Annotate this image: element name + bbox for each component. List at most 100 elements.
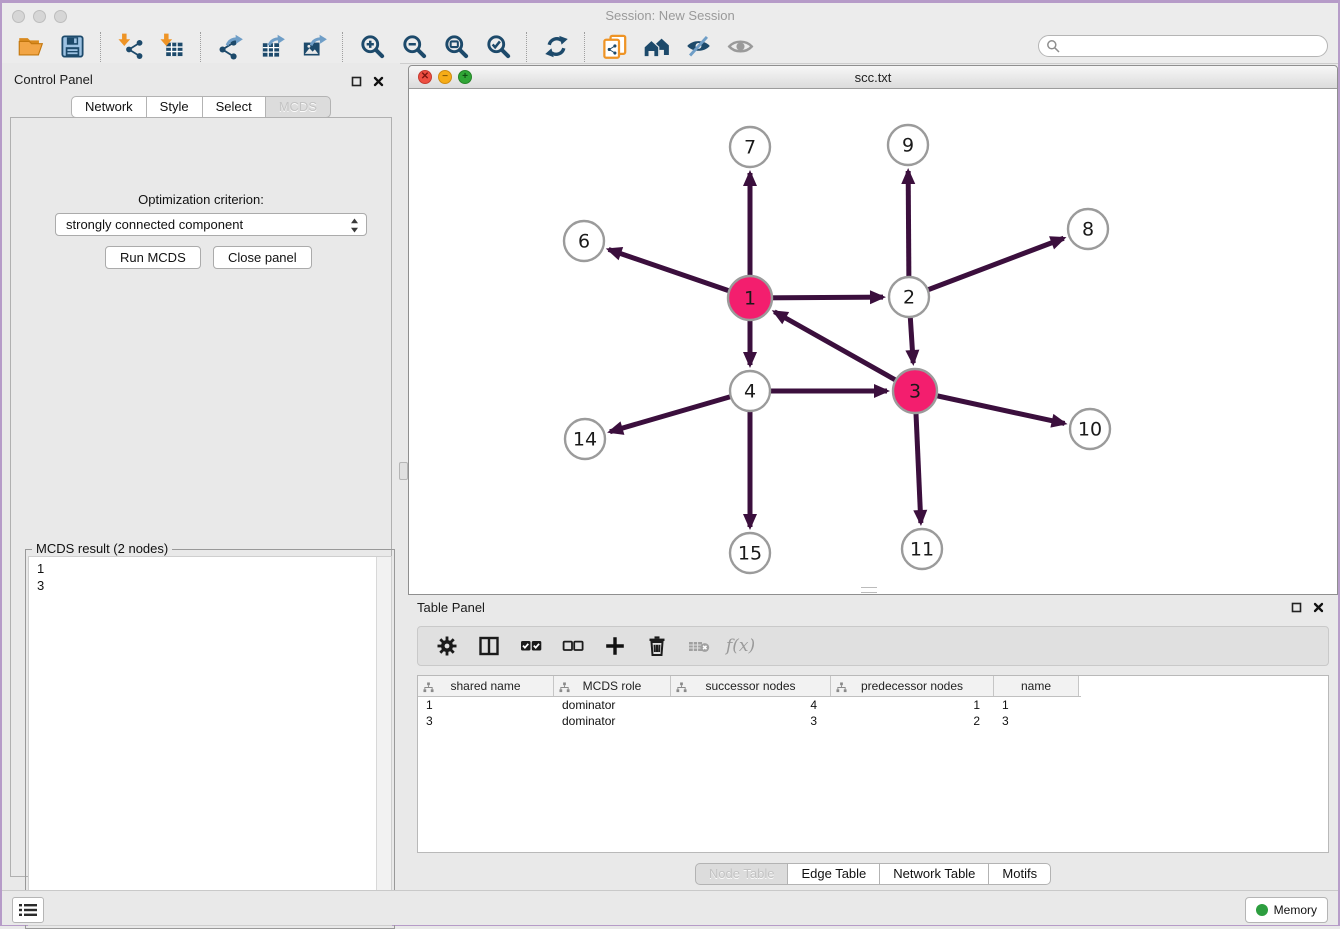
zoom-selected-icon[interactable] — [484, 33, 512, 61]
column-header-label: predecessor nodes — [831, 679, 993, 693]
column-header-label: successor nodes — [671, 679, 830, 693]
control-panel-title: Control Panel — [14, 72, 93, 87]
settings-gear-icon[interactable] — [432, 631, 462, 661]
select-all-icon[interactable] — [516, 631, 546, 661]
table-tabs: Node TableEdge TableNetwork TableMotifs — [408, 863, 1338, 885]
node-table: shared nameMCDS rolesuccessor nodesprede… — [417, 675, 1329, 853]
table-cell[interactable]: 1 — [831, 698, 994, 712]
column-header-shared-name[interactable]: shared name — [418, 676, 554, 696]
delete-column-icon[interactable] — [642, 631, 672, 661]
table-cell[interactable]: 3 — [418, 714, 554, 728]
graph-node-label: 15 — [738, 543, 762, 565]
deselect-all-icon[interactable] — [558, 631, 588, 661]
hide-selected-icon[interactable] — [684, 33, 712, 61]
graph-node-label: 1 — [744, 288, 756, 310]
table-toolbar: f(x) — [417, 626, 1329, 666]
column-header-MCDS-role[interactable]: MCDS role — [554, 676, 671, 696]
show-panels-button[interactable] — [12, 897, 44, 923]
canvas-resize-handle[interactable] — [861, 587, 877, 593]
refresh-icon[interactable] — [542, 33, 570, 61]
select-stepper-icon — [350, 218, 359, 239]
application-window: Session: New Session Control Panel Netwo… — [0, 0, 1340, 926]
float-table-panel-icon[interactable] — [1291, 600, 1302, 618]
tab-network[interactable]: Network — [71, 96, 147, 118]
search-input[interactable] — [1038, 35, 1328, 57]
float-panel-icon[interactable] — [351, 74, 362, 92]
table-header-row: shared nameMCDS rolesuccessor nodesprede… — [418, 676, 1081, 697]
control-panel: Control Panel NetworkStyleSelectMCDS Opt… — [2, 63, 400, 883]
optimization-criterion-label: Optimization criterion: — [11, 192, 391, 207]
tab-motifs[interactable]: Motifs — [988, 863, 1051, 885]
tab-select[interactable]: Select — [202, 96, 266, 118]
import-table-icon[interactable] — [158, 33, 186, 61]
zoom-fit-icon[interactable] — [442, 33, 470, 61]
open-file-icon[interactable] — [16, 33, 44, 61]
tab-style[interactable]: Style — [146, 96, 203, 118]
memory-status-dot — [1256, 904, 1268, 916]
table-cell[interactable]: 1 — [418, 698, 554, 712]
column-header-predecessor-nodes[interactable]: predecessor nodes — [831, 676, 994, 696]
memory-button[interactable]: Memory — [1245, 897, 1328, 923]
graph-edge-4-14[interactable] — [610, 391, 750, 432]
mcds-result-scrollbar[interactable] — [376, 557, 391, 925]
function-builder-icon[interactable]: f(x) — [726, 636, 755, 656]
run-mcds-button[interactable]: Run MCDS — [105, 246, 201, 269]
table-row[interactable]: 3dominator323 — [418, 713, 1328, 729]
close-panel-button[interactable]: Close panel — [213, 246, 312, 269]
mcds-result-area: 13 — [28, 556, 392, 926]
table-cell[interactable]: 3 — [994, 714, 1079, 728]
table-cell[interactable]: dominator — [554, 714, 671, 728]
table-row[interactable]: 1dominator411 — [418, 697, 1328, 713]
table-cell[interactable]: dominator — [554, 698, 671, 712]
optimization-criterion-select[interactable]: strongly connected component — [55, 213, 367, 236]
clone-network-icon[interactable] — [600, 33, 628, 61]
mcds-result-groupbox: MCDS result (2 nodes) 13 — [25, 549, 395, 929]
mcds-panel: Optimization criterion: strongly connect… — [10, 117, 392, 877]
show-all-icon[interactable] — [726, 33, 754, 61]
delete-table-icon[interactable] — [684, 631, 714, 661]
network-window-title: scc.txt — [409, 70, 1337, 85]
search-field — [1038, 35, 1328, 57]
first-neighbors-icon[interactable] — [642, 33, 670, 61]
export-table-icon[interactable] — [258, 33, 286, 61]
graph-edge-2-8[interactable] — [909, 238, 1064, 297]
network-canvas[interactable]: 7968124314101511 — [409, 89, 1337, 594]
split-divider-handle[interactable] — [399, 462, 408, 480]
zoom-out-icon[interactable] — [400, 33, 428, 61]
network-view-window: ✕ − + scc.txt 7968124314101511 — [408, 65, 1338, 595]
table-panel: Table Panel f(x) shared nameMCDS rolesuc… — [408, 595, 1338, 890]
column-header-name[interactable]: name — [994, 676, 1079, 696]
save-session-icon[interactable] — [58, 33, 86, 61]
mcds-result-title: MCDS result (2 nodes) — [32, 541, 172, 556]
split-table-icon[interactable] — [474, 631, 504, 661]
tab-mcds[interactable]: MCDS — [265, 96, 331, 118]
tab-edge-table[interactable]: Edge Table — [787, 863, 880, 885]
table-cell[interactable]: 3 — [671, 714, 831, 728]
list-icon — [19, 903, 37, 917]
close-table-panel-icon[interactable] — [1313, 600, 1324, 618]
import-network-icon[interactable] — [116, 33, 144, 61]
graph-node-label: 11 — [910, 539, 934, 561]
status-bar: Memory — [2, 890, 1338, 925]
column-header-successor-nodes[interactable]: successor nodes — [671, 676, 831, 696]
graph-node-label: 6 — [578, 231, 590, 253]
table-panel-title: Table Panel — [417, 600, 485, 615]
graph-node-label: 14 — [573, 429, 597, 451]
table-body: 1dominator4113dominator323 — [418, 697, 1328, 729]
zoom-in-icon[interactable] — [358, 33, 386, 61]
column-header-label: shared name — [418, 679, 553, 693]
tab-network-table[interactable]: Network Table — [879, 863, 989, 885]
memory-label: Memory — [1274, 903, 1317, 917]
export-image-icon[interactable] — [300, 33, 328, 61]
add-column-icon[interactable] — [600, 631, 630, 661]
table-cell[interactable]: 2 — [831, 714, 994, 728]
graph-node-label: 4 — [744, 381, 756, 403]
table-cell[interactable]: 4 — [671, 698, 831, 712]
mcds-result-text[interactable]: 13 — [29, 557, 376, 925]
close-panel-icon[interactable] — [373, 74, 384, 92]
network-window-titlebar[interactable]: ✕ − + scc.txt — [409, 66, 1337, 89]
export-network-icon[interactable] — [216, 33, 244, 61]
graph-edge-3-1[interactable] — [774, 312, 915, 391]
table-cell[interactable]: 1 — [994, 698, 1079, 712]
tab-node-table[interactable]: Node Table — [695, 863, 789, 885]
